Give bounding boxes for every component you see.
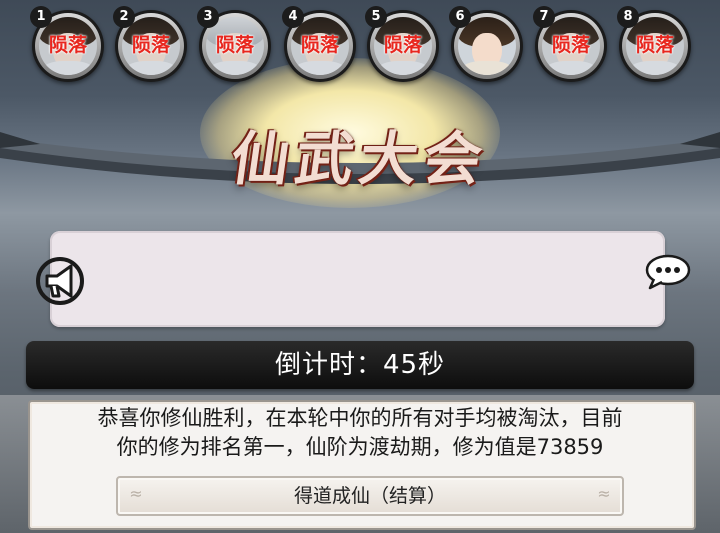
player-avatar-8[interactable]: 8 陨落: [617, 6, 691, 82]
player-number: 1: [30, 6, 52, 28]
settle-button-label: 得道成仙（结算）: [293, 485, 446, 507]
player-avatar-3[interactable]: 3 陨落: [197, 6, 271, 82]
countdown-text: 倒计时：45秒: [274, 350, 446, 380]
cloud-ornament-right-icon: ≈: [597, 484, 611, 503]
player-avatar-4[interactable]: 4 陨落: [282, 6, 356, 82]
eliminated-label: 陨落: [131, 34, 170, 56]
player-number: 7: [533, 6, 555, 28]
player-number: 3: [197, 6, 219, 28]
eliminated-label: 陨落: [383, 34, 422, 56]
player-avatar-5[interactable]: 5 陨落: [365, 6, 439, 82]
player-number: 4: [282, 6, 304, 28]
player-number: 8: [617, 6, 639, 28]
eliminated-label: 陨落: [300, 34, 339, 56]
player-avatar-7[interactable]: 7 陨落: [533, 6, 607, 82]
eliminated-label: 陨落: [551, 34, 590, 56]
player-number: 2: [113, 6, 135, 28]
player-avatar-2[interactable]: 2 陨落: [113, 6, 187, 82]
chat-bubble-icon[interactable]: [644, 252, 692, 292]
countdown-bar: 倒计时：45秒: [26, 341, 694, 389]
event-title: 仙武大会: [226, 125, 493, 193]
eliminated-label: 陨落: [635, 34, 674, 56]
player-avatar-1[interactable]: 1 陨落: [30, 6, 104, 82]
cloud-ornament-left-icon: ≈: [129, 484, 143, 503]
horn-icon[interactable]: [33, 254, 87, 308]
result-message-line-1: 恭喜你修仙胜利，在本轮中你的所有对手均被淘汰，目前: [97, 406, 623, 430]
settle-button[interactable]: ≈ 得道成仙（结算） ≈: [116, 476, 624, 516]
broadcast-panel: [50, 231, 665, 327]
eliminated-label: 陨落: [215, 34, 254, 56]
player-avatar-6[interactable]: 6: [449, 6, 523, 82]
player-number: 5: [365, 6, 387, 28]
result-message: 恭喜你修仙胜利，在本轮中你的所有对手均被淘汰，目前 你的修为排名第一，仙阶为渡劫…: [28, 404, 692, 462]
eliminated-label: 陨落: [48, 34, 87, 56]
player-number: 6: [449, 6, 471, 28]
player-avatar-row: 1 陨落 2 陨落 3 陨落 4 陨落 5 陨落 6 7 陨落 8 陨落: [0, 0, 720, 90]
result-message-line-2: 你的修为排名第一，仙阶为渡劫期，修为值是73859: [116, 435, 604, 459]
